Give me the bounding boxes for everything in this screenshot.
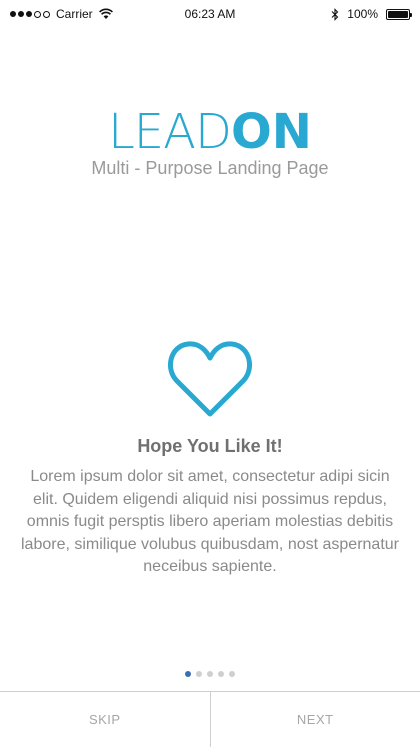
brand-logo: LEADON [0,104,420,161]
onboarding-screen: Carrier 06:23 AM 100% LEADON Multi - Pur… [0,0,420,747]
battery-percent: 100% [347,7,378,21]
page-dot[interactable] [229,671,235,677]
feature-icon-wrap [0,338,420,420]
feature-headline: Hope You Like It! [137,436,283,456]
logo-part-thin: LEAD [108,104,232,160]
next-button[interactable]: NEXT [211,692,420,747]
page-indicator [0,671,420,677]
logo-part-bold: ON [230,104,312,160]
status-bar: Carrier 06:23 AM 100% [0,0,420,28]
bluetooth-icon [331,7,339,21]
bottom-nav: SKIP NEXT [0,691,420,747]
page-dot[interactable] [185,671,191,677]
status-right: 100% [331,7,412,21]
feature-description: Lorem ipsum dolor sit amet, consectetur … [21,468,399,575]
page-dot[interactable] [196,671,202,677]
page-dot[interactable] [218,671,224,677]
battery-icon [386,8,412,20]
tagline: Multi - Purpose Landing Page [91,158,329,178]
page-dot[interactable] [207,671,213,677]
heart-icon [167,341,253,417]
skip-button[interactable]: SKIP [0,692,211,747]
battery-fill [388,10,408,18]
